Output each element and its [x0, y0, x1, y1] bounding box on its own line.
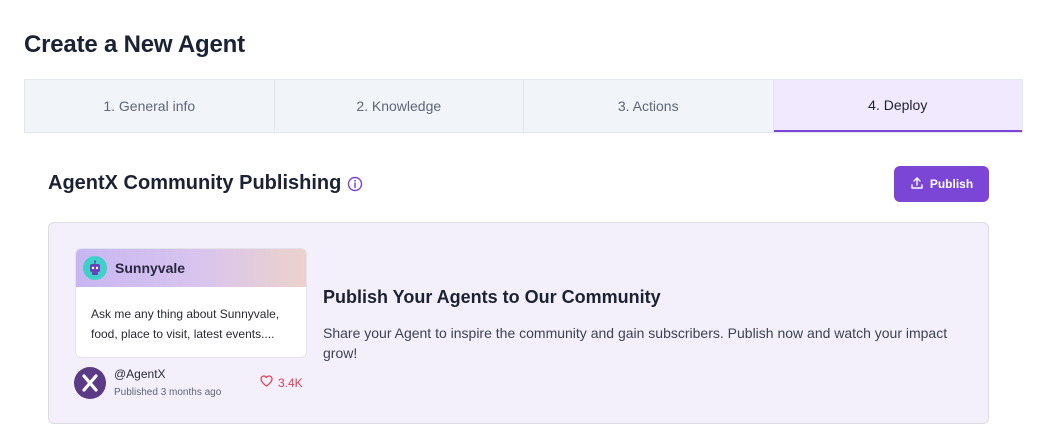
publish-button[interactable]: Publish — [894, 166, 989, 202]
agent-card-header: Sunnyvale — [76, 249, 306, 287]
published-time: Published 3 months ago — [114, 387, 222, 398]
author-handle: @AgentX — [114, 367, 166, 381]
likes-value: 3.4K — [278, 375, 303, 390]
step-tabs: 1. General info 2. Knowledge 3. Actions … — [24, 79, 1023, 133]
tab-knowledge[interactable]: 2. Knowledge — [275, 80, 524, 132]
promo-title: Publish Your Agents to Our Community — [323, 287, 661, 307]
page-title: Create a New Agent — [24, 31, 245, 58]
tab-general-info[interactable]: 1. General info — [25, 80, 275, 132]
robot-avatar-icon — [83, 256, 107, 280]
section-header: AgentX Community Publishing — [48, 172, 363, 195]
agent-card[interactable]: Sunnyvale Ask me any thing about Sunnyva… — [75, 248, 307, 358]
tab-deploy[interactable]: 4. Deploy — [773, 80, 1022, 132]
section-title: AgentX Community Publishing — [48, 172, 342, 194]
agent-card-description: Ask me any thing about Sunnyvale, food, … — [91, 307, 280, 341]
publish-button-label: Publish — [929, 177, 974, 191]
agent-card-name: Sunnyvale — [115, 260, 186, 276]
heart-icon — [260, 375, 273, 390]
agentx-logo-avatar — [74, 367, 106, 399]
community-panel: Sunnyvale Ask me any thing about Sunnyva… — [48, 222, 989, 424]
info-circle-icon[interactable] — [347, 176, 363, 192]
tab-actions[interactable]: 3. Actions — [524, 80, 774, 132]
likes-count[interactable]: 3.4K — [260, 375, 303, 390]
promo-text: Share your Agent to inspire the communit… — [323, 325, 948, 361]
upload-icon — [910, 176, 924, 193]
